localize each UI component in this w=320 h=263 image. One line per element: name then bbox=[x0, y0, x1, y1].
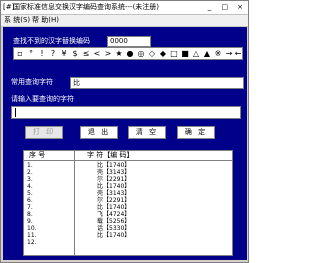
window-controls: _ □ × bbox=[203, 2, 246, 13]
symbol-palette: ▫ ° ! ? ¥ $ ≤ < > ★ ● ◎ ◇ ◆ □ ■ △ ▲ ※ → … bbox=[13, 47, 243, 60]
symbol-button[interactable]: △ bbox=[191, 48, 201, 59]
minimize-button[interactable]: _ bbox=[204, 2, 216, 12]
title-bar[interactable]: [#] 国家标准信息交换汉字编码查询系统---(未注册) _ □ × bbox=[1, 1, 248, 15]
symbol-button[interactable]: ● bbox=[125, 48, 135, 59]
symbol-button[interactable]: ◆ bbox=[158, 48, 168, 59]
symbol-button[interactable]: ◇ bbox=[147, 48, 157, 59]
symbol-button[interactable]: ※ bbox=[213, 48, 223, 59]
row-index: 5. bbox=[27, 190, 33, 197]
row-char: 比【1740】 bbox=[97, 162, 131, 169]
list-header: 序 号 字 符【编 码】 bbox=[24, 151, 232, 161]
symbol-button[interactable]: ★ bbox=[114, 48, 124, 59]
query-label: 请输入要查询的字符 bbox=[11, 95, 74, 103]
row-index: 12. bbox=[27, 239, 37, 246]
row-char: 飞【4724】 bbox=[97, 211, 131, 218]
exit-button[interactable]: 退 出 bbox=[80, 126, 118, 139]
row-char: 话【5330】 bbox=[97, 225, 131, 232]
row-index: 3. bbox=[27, 176, 33, 183]
app-window: [#] 国家标准信息交换汉字编码查询系统---(未注册) _ □ × 系 统(S… bbox=[0, 0, 249, 263]
ok-button[interactable]: 确 定 bbox=[177, 126, 215, 139]
symbol-button[interactable]: ! bbox=[37, 48, 47, 59]
symbol-button[interactable]: ▲ bbox=[202, 48, 212, 59]
row-char: 载【5256】 bbox=[97, 218, 131, 225]
column-header-char: 字 符【编 码】 bbox=[87, 151, 134, 159]
print-button[interactable]: 打 印 bbox=[25, 126, 63, 139]
symbol-button[interactable]: ≤ bbox=[81, 48, 91, 59]
menu-system[interactable]: 系 统(S) bbox=[4, 15, 30, 26]
lookup-label: 查找不到的汉字替换编码 bbox=[13, 37, 90, 45]
symbol-button[interactable]: ← bbox=[233, 48, 243, 59]
clear-button[interactable]: 清 空 bbox=[128, 126, 166, 139]
list-item[interactable]: 4. 比【1740】 bbox=[24, 183, 232, 190]
row-char: 比【1740】 bbox=[97, 232, 131, 239]
close-button[interactable]: × bbox=[234, 2, 246, 12]
row-char: 壳【3143】 bbox=[97, 190, 131, 197]
maximize-button[interactable]: □ bbox=[219, 2, 231, 12]
replacement-code-input[interactable]: 0000 bbox=[107, 36, 151, 47]
row-char: 比【1740】 bbox=[97, 183, 131, 190]
list-item[interactable]: 1. 比【1740】 bbox=[24, 162, 232, 169]
row-index: 11. bbox=[27, 232, 37, 239]
row-index: 6. bbox=[27, 197, 33, 204]
symbol-button[interactable]: ¥ bbox=[59, 48, 69, 59]
row-char: 比【1740】 bbox=[97, 204, 131, 211]
list-item[interactable]: 11. 比【1740】 bbox=[24, 232, 232, 239]
symbol-button[interactable]: ° bbox=[26, 48, 36, 59]
text-caret bbox=[15, 108, 16, 117]
query-input[interactable] bbox=[11, 106, 241, 119]
row-index: 1. bbox=[27, 162, 33, 169]
row-index: 9. bbox=[27, 218, 33, 225]
symbol-button[interactable]: ▫ bbox=[15, 48, 25, 59]
list-item[interactable]: 10. 话【5330】 bbox=[24, 225, 232, 232]
row-index: 7. bbox=[27, 204, 33, 211]
list-item[interactable]: 7. 比【1740】 bbox=[24, 204, 232, 211]
symbol-button[interactable]: □ bbox=[169, 48, 179, 59]
row-char: 尔【2291】 bbox=[97, 197, 131, 204]
row-index: 8. bbox=[27, 211, 33, 218]
symbol-button[interactable]: ? bbox=[48, 48, 58, 59]
list-item[interactable]: 3. 尔【2291】 bbox=[24, 176, 232, 183]
list-item[interactable]: 12. bbox=[24, 239, 232, 246]
app-icon[interactable]: [#] bbox=[3, 3, 14, 11]
window-title: 国家标准信息交换汉字编码查询系统---(未注册) bbox=[13, 3, 160, 11]
row-index: 4. bbox=[27, 183, 33, 190]
common-chars-input[interactable]: 比 bbox=[70, 77, 244, 89]
symbol-button[interactable]: ■ bbox=[180, 48, 190, 59]
symbol-button[interactable]: $ bbox=[70, 48, 80, 59]
symbol-button[interactable]: < bbox=[92, 48, 102, 59]
symbol-button[interactable]: > bbox=[103, 48, 113, 59]
row-char: 壳【3143】 bbox=[97, 169, 131, 176]
list-item[interactable]: 9. 载【5256】 bbox=[24, 218, 232, 225]
menu-help[interactable]: 帮 助(H) bbox=[32, 15, 59, 26]
symbol-button[interactable]: ◎ bbox=[136, 48, 146, 59]
main-panel: 查找不到的汉字替换编码 0000 ▫ ° ! ? ¥ $ ≤ < > ★ ● ◎… bbox=[3, 27, 247, 260]
list-item[interactable]: 8. 飞【4724】 bbox=[24, 211, 232, 218]
list-item[interactable]: 5. 壳【3143】 bbox=[24, 190, 232, 197]
list-item[interactable]: 6. 尔【2291】 bbox=[24, 197, 232, 204]
menu-bar: 系 统(S) 帮 助(H) bbox=[1, 15, 248, 27]
row-index: 2. bbox=[27, 169, 33, 176]
row-char: 尔【2291】 bbox=[97, 176, 131, 183]
list-item[interactable]: 2. 壳【3143】 bbox=[24, 169, 232, 176]
column-header-index: 序 号 bbox=[29, 151, 46, 159]
result-list[interactable]: 序 号 字 符【编 码】 1. 比【1740】 2. 壳【3143】 3. 尔【… bbox=[23, 150, 233, 256]
row-index: 10. bbox=[27, 225, 37, 232]
common-chars-label: 常用查询字符 bbox=[11, 78, 53, 86]
